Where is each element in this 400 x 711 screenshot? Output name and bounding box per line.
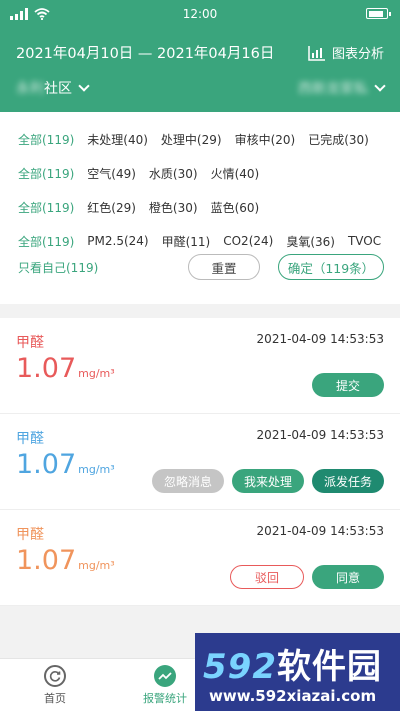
filter-row-type: 全部(119) 空气(49) 水质(30) 火情(40) — [18, 156, 400, 190]
status-time: 12:00 — [182, 7, 218, 21]
filter-chip[interactable]: 全部(119) — [18, 233, 74, 250]
tab-home-label: 首页 — [44, 692, 66, 705]
approve-button[interactable]: 同意 — [312, 565, 384, 589]
filter-chip[interactable]: 橙色(30) — [149, 199, 198, 216]
submit-button[interactable]: 提交 — [312, 373, 384, 397]
trend-icon — [154, 665, 176, 687]
watermark-brand: 592软件园 — [203, 639, 382, 688]
tab-alarm-label: 报警统计 — [143, 692, 187, 705]
filter-chip[interactable]: 臭氧(36) — [286, 233, 335, 250]
watermark-url: www.592xiazai.com — [209, 687, 377, 705]
filter-chip[interactable]: PM2.5(24) — [87, 234, 148, 248]
chevron-down-icon — [78, 80, 90, 92]
alarm-card[interactable]: 甲醛 2021-04-09 14:53:53 1.07 mg/m³ 驳回 同意 — [0, 510, 400, 606]
alarm-card[interactable]: 甲醛 2021-04-09 14:53:53 1.07 mg/m³ 提交 — [0, 318, 400, 414]
filter-chip[interactable]: 处理中(29) — [161, 131, 222, 148]
alarm-unit: mg/m³ — [78, 367, 115, 380]
ignore-button[interactable]: 忽略消息 — [152, 469, 224, 493]
filter-chip[interactable]: 水质(30) — [149, 165, 198, 182]
filter-chip[interactable]: 红色(29) — [87, 199, 136, 216]
only-mine-toggle[interactable]: 只看自己(119) — [18, 259, 188, 276]
watermark-logo: 592软件园 www.592xiazai.com — [195, 633, 400, 711]
filter-chip[interactable]: 全部(119) — [18, 131, 74, 148]
status-bar: 12:00 — [0, 0, 400, 30]
home-icon — [44, 665, 66, 687]
filter-chip[interactable]: 空气(49) — [87, 165, 136, 182]
alarm-title: 甲醛 — [16, 527, 44, 543]
battery-icon — [366, 8, 391, 19]
alarm-unit: mg/m³ — [78, 463, 115, 476]
alarm-value-wrap: 1.07 mg/m³ — [16, 447, 115, 488]
filter-row-status: 全部(119) 未处理(40) 处理中(29) 审核中(20) 已完成(30) — [18, 122, 400, 156]
alarm-value-wrap: 1.07 mg/m³ — [16, 351, 115, 392]
chevron-down-icon — [374, 80, 386, 92]
alarm-value-wrap: 1.07 mg/m³ — [16, 543, 115, 584]
location-name-blurred: 西新龙家私 — [298, 81, 368, 97]
alarm-value: 1.07 — [16, 545, 77, 576]
filter-chip[interactable]: 审核中(20) — [235, 131, 296, 148]
filter-chip[interactable]: 全部(119) — [18, 165, 74, 182]
filter-panel: 全部(119) 未处理(40) 处理中(29) 审核中(20) 已完成(30) … — [0, 112, 400, 304]
filter-row-level: 全部(119) 红色(29) 橙色(30) 蓝色(60) — [18, 190, 400, 224]
community-name-blurred: 永利 — [16, 81, 44, 97]
date-range-picker[interactable]: 2021年04月10日 — 2021年04月16日 — [16, 42, 274, 63]
filter-chip[interactable]: 蓝色(60) — [211, 199, 260, 216]
alarm-list: 甲醛 2021-04-09 14:53:53 1.07 mg/m³ 提交 甲醛 2… — [0, 318, 400, 606]
alarm-value: 1.07 — [16, 449, 77, 480]
alarm-title: 甲醛 — [16, 431, 44, 447]
watermark-text: 软件园 — [276, 647, 382, 687]
community-suffix: 社区 — [44, 81, 72, 97]
chart-analysis-button[interactable]: 图表分析 — [308, 43, 384, 62]
filter-chip[interactable]: 甲醛(11) — [162, 233, 211, 250]
handle-button[interactable]: 我来处理 — [232, 469, 304, 493]
location-selector[interactable]: 西新龙家私 — [298, 78, 386, 98]
filter-chip[interactable]: 已完成(30) — [308, 131, 369, 148]
filter-chip[interactable]: TVOC — [348, 234, 381, 248]
tab-home[interactable]: 首页 — [0, 659, 110, 711]
header: 12:00 2021年04月10日 — 2021年04月16日 图表分析 永利 … — [0, 0, 400, 112]
alarm-card[interactable]: 甲醛 2021-04-09 14:53:53 1.07 mg/m³ 忽略消息 我来… — [0, 414, 400, 510]
filter-chip[interactable]: 火情(40) — [211, 165, 260, 182]
alarm-time: 2021-04-09 14:53:53 — [256, 524, 384, 538]
filter-chip[interactable]: 未处理(40) — [87, 131, 148, 148]
filter-chip[interactable]: CO2(24) — [223, 234, 273, 248]
confirm-button[interactable]: 确定（119条） — [278, 254, 384, 280]
alarm-unit: mg/m³ — [78, 559, 115, 572]
filter-chip[interactable]: 全部(119) — [18, 199, 74, 216]
dispatch-button[interactable]: 派发任务 — [312, 469, 384, 493]
community-selector[interactable]: 永利 社区 — [16, 78, 90, 98]
alarm-value: 1.07 — [16, 353, 77, 384]
alarm-title: 甲醛 — [16, 335, 44, 351]
filter-row-pollutant: 全部(119) PM2.5(24) 甲醛(11) CO2(24) 臭氧(36) … — [18, 224, 400, 258]
chart-analysis-label: 图表分析 — [331, 47, 384, 62]
reject-button[interactable]: 驳回 — [230, 565, 304, 589]
reset-button[interactable]: 重置 — [188, 254, 260, 280]
alarm-time: 2021-04-09 14:53:53 — [256, 332, 384, 346]
bar-chart-icon — [308, 45, 325, 61]
alarm-time: 2021-04-09 14:53:53 — [256, 428, 384, 442]
watermark-number: 592 — [203, 647, 277, 687]
